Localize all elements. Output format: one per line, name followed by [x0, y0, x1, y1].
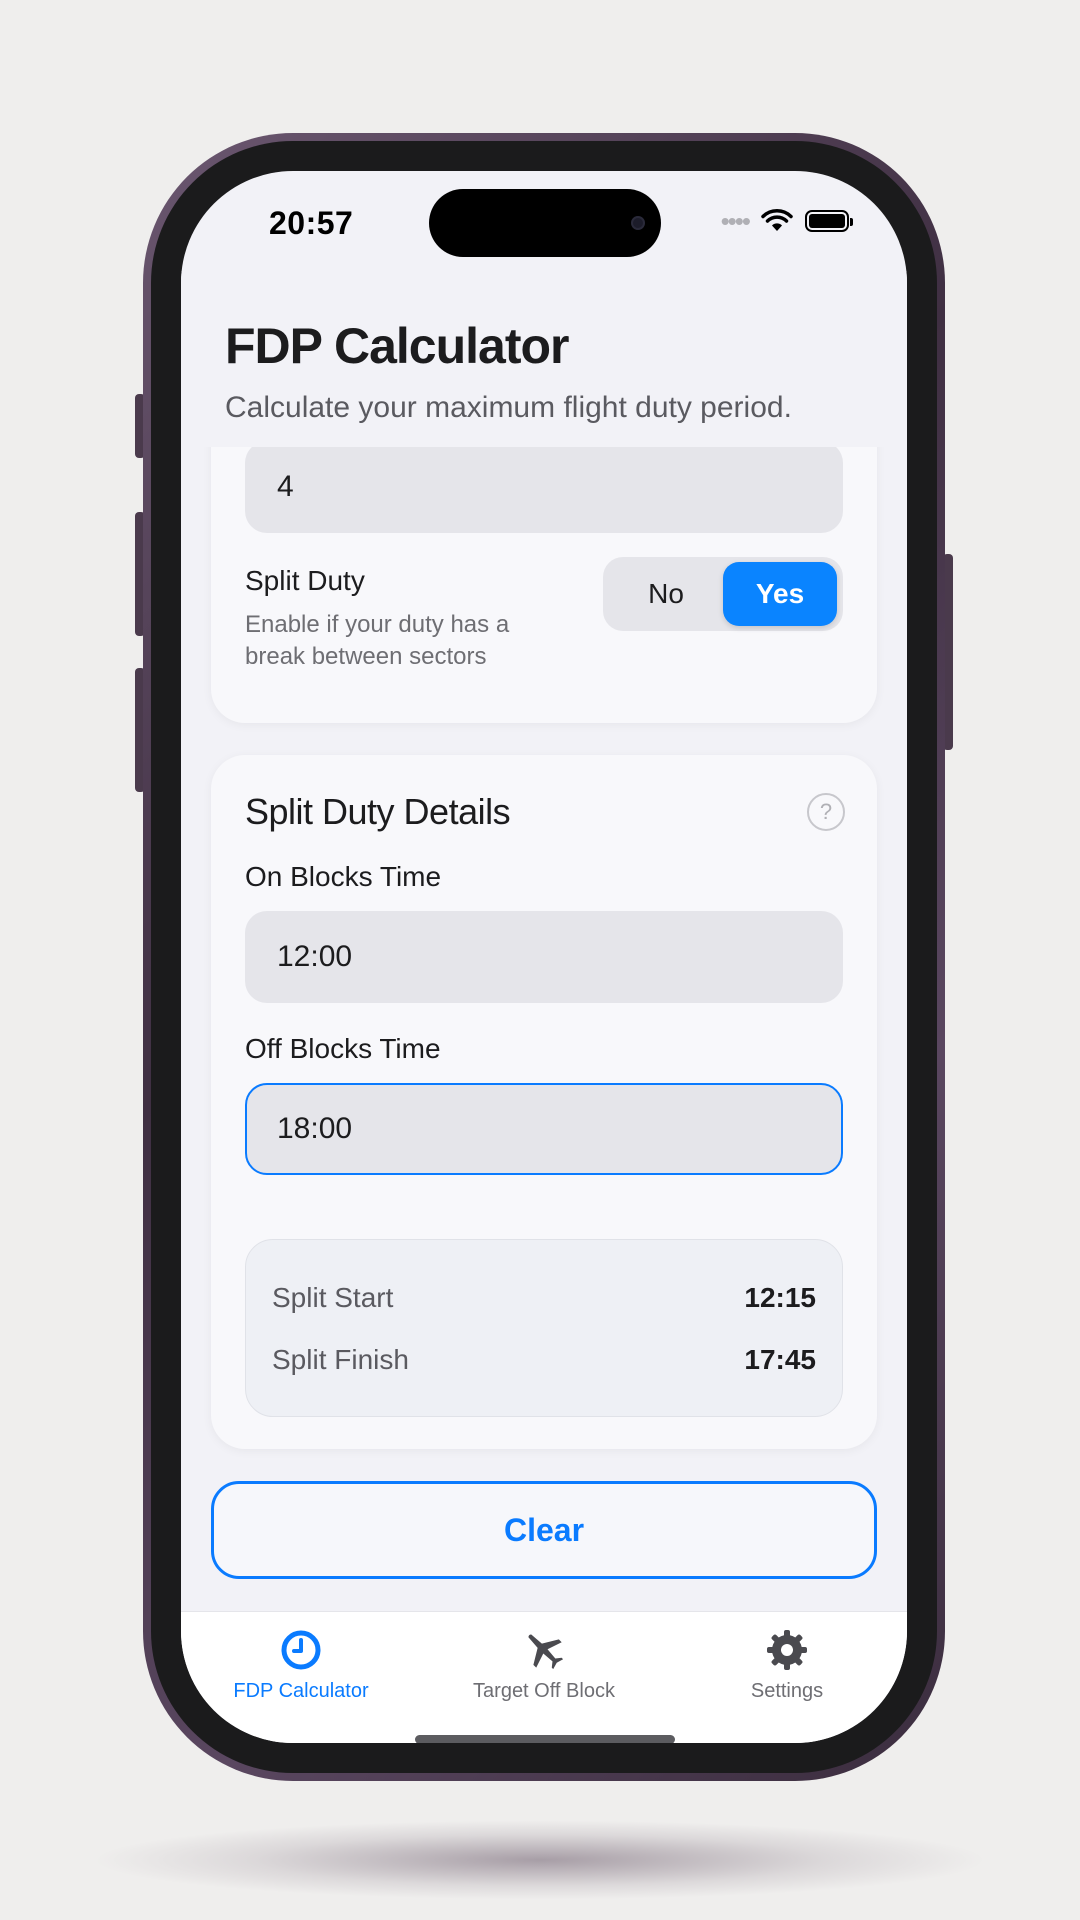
tab-bar: FDP Calculator Target Off Block Settings: [181, 1611, 907, 1743]
phone-frame: 20:57 •••• FDP Calculator Calculate your…: [143, 133, 945, 1781]
home-indicator[interactable]: [415, 1735, 675, 1743]
split-duty-no-option[interactable]: No: [609, 562, 723, 626]
split-duty-description: Enable if your duty has a break between …: [245, 611, 510, 670]
clear-button[interactable]: Clear: [211, 1481, 877, 1579]
split-duty-label: Split Duty: [245, 565, 365, 596]
battery-icon: [805, 210, 853, 232]
wifi-icon: [761, 209, 793, 231]
split-duty-toggle[interactable]: No Yes: [603, 557, 843, 631]
tab-label: Target Off Block: [473, 1680, 615, 1702]
sectors-field[interactable]: 4: [245, 447, 843, 533]
status-time: 20:57: [269, 205, 354, 241]
split-duty-details-card: Split Duty Details ? On Blocks Time 12:0…: [211, 755, 877, 1449]
split-details-title: Split Duty Details: [245, 791, 511, 832]
split-start-row: Split Start 12:15: [272, 1282, 816, 1314]
split-start-value: 12:15: [744, 1282, 816, 1313]
off-blocks-time-field[interactable]: 18:00: [245, 1083, 843, 1175]
page-title: FDP Calculator: [225, 318, 569, 374]
tab-target-off-block[interactable]: Target Off Block: [424, 1628, 664, 1703]
tab-label: FDP Calculator: [233, 1680, 369, 1702]
on-blocks-label: On Blocks Time: [245, 861, 442, 892]
status-icons: ••••: [720, 206, 853, 236]
split-start-label: Split Start: [272, 1282, 394, 1313]
dynamic-island: [429, 189, 661, 257]
cellular-signal-icon: ••••: [720, 206, 751, 236]
camera-icon: [631, 216, 645, 230]
page-header: FDP Calculator Calculate your maximum fl…: [181, 271, 907, 447]
duty-inputs-card: 4 Split Duty Enable if your duty has a b…: [211, 447, 877, 723]
split-finish-row: Split Finish 17:45: [272, 1344, 816, 1376]
help-icon[interactable]: ?: [807, 793, 845, 831]
phone-screen: 20:57 •••• FDP Calculator Calculate your…: [181, 171, 907, 1743]
tab-fdp-calculator[interactable]: FDP Calculator: [181, 1628, 421, 1703]
off-blocks-label: Off Blocks Time: [245, 1033, 441, 1064]
split-finish-value: 17:45: [744, 1344, 816, 1375]
page-subtitle: Calculate your maximum flight duty perio…: [225, 391, 792, 424]
split-finish-label: Split Finish: [272, 1344, 409, 1375]
scroll-content[interactable]: 4 Split Duty Enable if your duty has a b…: [181, 447, 907, 1743]
split-duty-yes-option[interactable]: Yes: [723, 562, 837, 626]
on-blocks-time-field[interactable]: 12:00: [245, 911, 843, 1003]
airplane-icon: [528, 1634, 564, 1670]
device-stage: 20:57 •••• FDP Calculator Calculate your…: [0, 0, 1080, 1920]
tab-settings[interactable]: Settings: [667, 1628, 907, 1703]
clock-icon: [281, 1630, 321, 1670]
gear-icon: [767, 1630, 807, 1670]
split-summary-box: Split Start 12:15 Split Finish 17:45: [245, 1239, 843, 1417]
device-shadow: [90, 1820, 990, 1900]
phone-bezel: 20:57 •••• FDP Calculator Calculate your…: [151, 141, 937, 1773]
tab-label: Settings: [750, 1680, 824, 1702]
